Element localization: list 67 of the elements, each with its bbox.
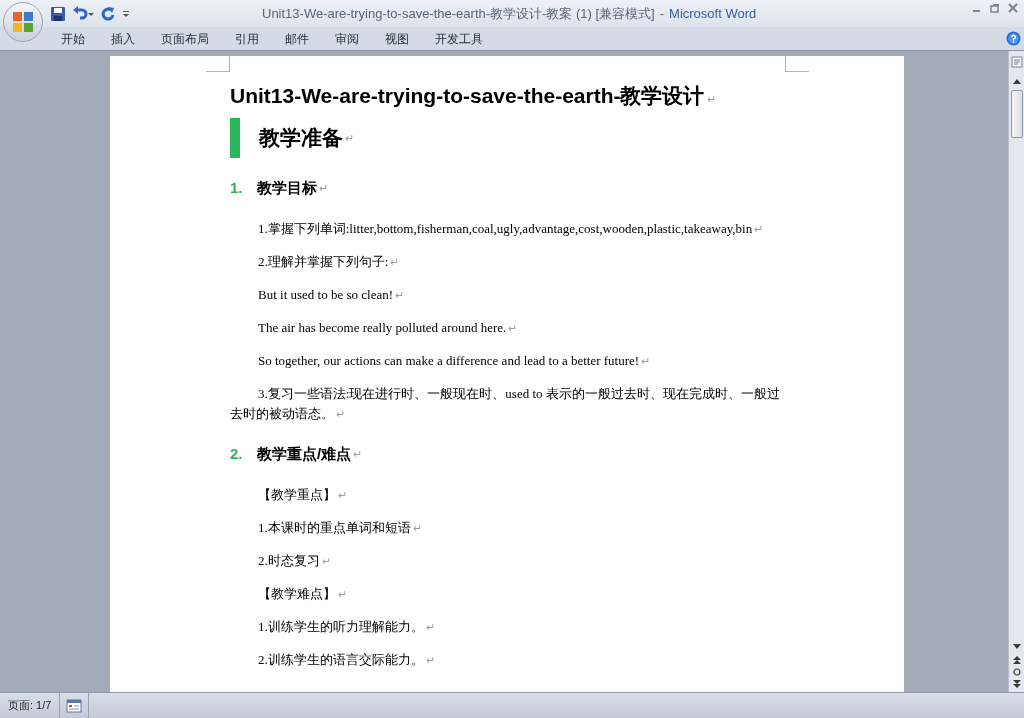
body-paragraph: 2.时态复习↵ <box>257 552 332 570</box>
ribbon-tab[interactable]: 开始 <box>48 29 98 48</box>
ribbon-tab[interactable]: 邮件 <box>272 29 322 48</box>
customize-dropdown-icon[interactable] <box>122 9 130 18</box>
paragraph-mark: ↵ <box>338 489 347 501</box>
page-count[interactable]: 页面: 1/7 <box>0 693 61 718</box>
paragraph-mark: ↵ <box>706 93 716 105</box>
vertical-scrollbar[interactable] <box>1008 51 1024 692</box>
body-paragraph: 1.掌握下列单词:litter,bottom,fisherman,coal,ugly,advantage,cost,wooden,plastic,takeaway,bin↵ <box>257 220 765 238</box>
paragraph-mark: ↵ <box>754 223 764 235</box>
margin-corner-mark <box>785 56 809 72</box>
paragraph-mark: ↵ <box>390 256 400 268</box>
section-heading: 教学准备 <box>259 125 343 152</box>
document-title-heading: Unit13-We-are-trying-to-save-the-earth-教学设计 <box>230 84 705 107</box>
app-name: Microsoft Word <box>669 5 757 23</box>
heading-accent-bar <box>230 118 240 158</box>
ribbon-tab[interactable]: 开发工具 <box>422 29 496 48</box>
body-paragraph: But it used to be so clean!↵ <box>257 286 406 304</box>
paragraph-mark: ↵ <box>425 654 435 666</box>
undo-icon[interactable] <box>72 5 94 22</box>
ribbon-tab[interactable]: 审阅 <box>322 29 372 48</box>
ribbon-tab[interactable]: 引用 <box>222 29 272 48</box>
ribbon-tab[interactable]: 视图 <box>372 29 422 48</box>
paragraph-mark: ↵ <box>345 130 354 146</box>
help-icon[interactable] <box>1006 31 1021 46</box>
next-page-icon[interactable] <box>1012 680 1021 688</box>
previous-page-icon[interactable] <box>1012 656 1021 664</box>
body-paragraph: 【教学重点】↵ <box>257 486 348 504</box>
list-heading: 教学重点/难点 <box>257 443 352 464</box>
body-paragraph: 2.理解并掌握下列句子:↵ <box>257 253 401 271</box>
scroll-up-icon[interactable] <box>1012 78 1021 84</box>
paragraph-mark: ↵ <box>641 355 651 367</box>
paragraph-mark: ↵ <box>412 522 422 534</box>
macro-record-icon[interactable] <box>66 698 83 713</box>
redo-icon[interactable] <box>100 5 116 22</box>
body-paragraph: The air has become really polluted around here.↵ <box>257 319 519 337</box>
paragraph-mark: ↵ <box>395 289 405 301</box>
body-paragraph: 1.训练学生的听力理解能力。↵ <box>257 618 436 636</box>
ribbon-tab[interactable]: 插入 <box>98 29 148 48</box>
office-logo-icon <box>11 10 35 34</box>
office-button[interactable] <box>3 2 43 42</box>
document-title: Unit13-We-are-trying-to-save-the-earth-教学设计-教案 (1) [兼容模式] <box>262 5 655 23</box>
paragraph-mark: ↵ <box>319 180 328 196</box>
paragraph-mark: ↵ <box>425 621 435 633</box>
paragraph-mark: ↵ <box>353 446 363 462</box>
save-icon[interactable] <box>50 5 66 22</box>
body-paragraph: 1.本课时的重点单词和短语↵ <box>257 519 423 537</box>
paragraph-mark: ↵ <box>321 555 331 567</box>
scroll-down-icon[interactable] <box>1012 644 1021 650</box>
ribbon-tab[interactable]: 页面布局 <box>148 29 222 48</box>
paragraph-mark: ↵ <box>338 588 347 600</box>
paragraph-mark: ↵ <box>336 408 345 420</box>
title-separator: - <box>659 5 665 23</box>
list-number: 2. <box>230 443 244 464</box>
body-paragraph: 3.复习一些语法:现在进行时、一般现在时、used to 表示的一般过去时、现在完成时、一般过去时的被动语态。↵ <box>230 385 781 423</box>
list-number: 1. <box>230 177 244 198</box>
browse-object-icon[interactable] <box>1012 668 1021 676</box>
close-icon[interactable] <box>1008 3 1018 13</box>
scroll-thumb[interactable] <box>1010 90 1023 138</box>
body-paragraph: So together, our actions can make a difference and lead to a better future!↵ <box>257 352 652 370</box>
restore-icon[interactable] <box>990 3 1000 13</box>
body-paragraph: 【教学难点】↵ <box>257 585 348 603</box>
body-paragraph: 2.训练学生的语言交际能力。↵ <box>257 651 436 669</box>
list-heading: 教学目标 <box>257 177 317 198</box>
margin-corner-mark <box>206 56 230 72</box>
paragraph-mark: ↵ <box>508 322 518 334</box>
ruler-toggle-icon[interactable] <box>1010 56 1023 68</box>
